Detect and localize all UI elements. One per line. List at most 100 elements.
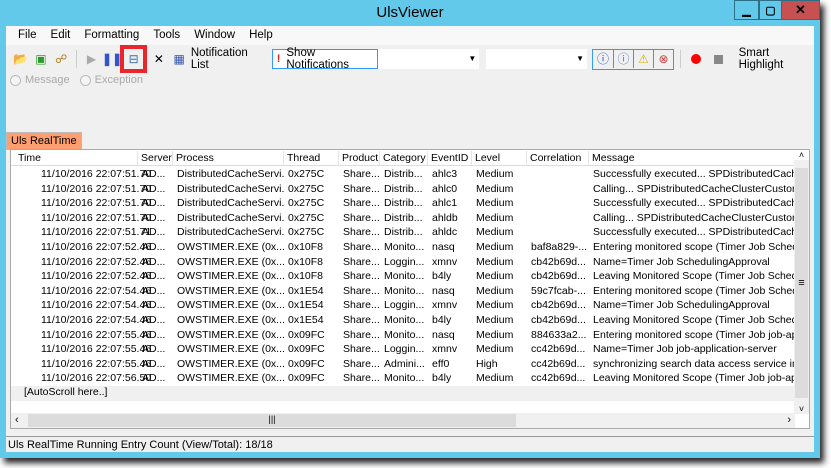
- record-icon[interactable]: [687, 50, 704, 68]
- cell-time: 11/10/2016 22:07:52.46: [41, 241, 151, 253]
- menu-edit[interactable]: Edit: [45, 26, 79, 45]
- table-row[interactable]: 11/10/2016 22:07:54.46 AD... OWSTIMER.EXE …: [11, 298, 795, 313]
- maximize-button[interactable]: ▢: [759, 0, 782, 20]
- cell-eventid: ahlc3: [432, 168, 458, 180]
- table-row[interactable]: 11/10/2016 22:07:55.46 AD... OWSTIMER.EXE …: [11, 342, 795, 357]
- cell-time: 11/10/2016 22:07:52.46: [41, 270, 151, 283]
- cell-message: Successfully executed... SPDistributedCa…: [593, 168, 799, 180]
- table-row[interactable]: 11/10/2016 22:07:55.46 AD... OWSTIMER.EXE …: [11, 357, 799, 372]
- cell-time: 11/10/2016 22:07:51.70: [41, 182, 151, 195]
- scroll-right-icon[interactable]: ›: [787, 414, 791, 426]
- column-header-correlation[interactable]: Correlation: [527, 151, 589, 165]
- vertical-scrollbar[interactable]: ˄ ≡ ˅: [794, 150, 809, 414]
- autoscroll-row[interactable]: [AutoScroll here..]: [11, 386, 795, 401]
- smart-highlight-button[interactable]: Smart Highlight: [739, 47, 814, 71]
- table-row[interactable]: 11/10/2016 22:07:51.70 AD... DistributedCa…: [11, 211, 799, 226]
- cell-product: Share...: [343, 255, 380, 268]
- scroll-up-icon[interactable]: ˄: [794, 150, 809, 160]
- cell-server: AD...: [142, 270, 166, 283]
- cell-correlation: cb42b69d...: [531, 299, 586, 312]
- horizontal-scroll-thumb[interactable]: |||: [28, 414, 516, 427]
- menu-formatting[interactable]: Formatting: [78, 26, 147, 45]
- column-header-message[interactable]: Message: [589, 151, 799, 165]
- separator: [75, 50, 77, 68]
- table-row[interactable]: 11/10/2016 22:07:51.70 AD... DistributedCa…: [11, 182, 799, 197]
- cell-category: Distrib...: [384, 182, 423, 195]
- table-row[interactable]: 11/10/2016 22:07:55.46 AD... OWSTIMER.EXE …: [11, 328, 799, 343]
- cell-time: 11/10/2016 22:07:54.46: [41, 284, 151, 297]
- grid-header[interactable]: Time Server Process Thread Product Category Ev…: [11, 151, 799, 166]
- pause-icon[interactable]: ❚❚: [102, 50, 122, 68]
- column-header-process[interactable]: Process: [173, 151, 284, 165]
- status-bar: Uls RealTime Running Entry Count (View/T…: [6, 436, 814, 452]
- table-row[interactable]: 11/10/2016 22:07:52.46 AD... OWSTIMER.EXE …: [11, 240, 799, 255]
- filter-combo-2[interactable]: ▼: [486, 49, 588, 69]
- menu-window[interactable]: Window: [188, 26, 243, 45]
- scroll-down-icon[interactable]: ˅: [794, 404, 809, 414]
- open-folder-icon[interactable]: 📂: [12, 50, 29, 68]
- cell-process: OWSTIMER.EXE (0x...: [177, 299, 284, 312]
- cell-server: AD...: [142, 314, 166, 326]
- table-row[interactable]: 11/10/2016 22:07:54.46 AD... OWSTIMER.EXE …: [11, 313, 799, 328]
- notification-list-icon[interactable]: ▦: [171, 50, 188, 68]
- clear-icon[interactable]: ✕: [150, 50, 167, 68]
- scroll-left-icon[interactable]: ‹: [15, 414, 19, 426]
- column-header-category[interactable]: Category: [380, 151, 428, 165]
- message-radio[interactable]: Message: [10, 74, 70, 86]
- table-row[interactable]: 11/10/2016 22:07:54.46 AD... OWSTIMER.EXE …: [11, 284, 799, 299]
- cell-category: Monito...: [384, 372, 425, 385]
- menu-file[interactable]: File: [12, 26, 45, 45]
- cell-process: OWSTIMER.EXE (0x...: [177, 270, 284, 283]
- table-row[interactable]: 11/10/2016 22:07:52.46 AD... OWSTIMER.EXE …: [11, 255, 795, 270]
- column-header-product[interactable]: Product: [339, 151, 380, 165]
- info-filled-icon[interactable]: ⓘ: [593, 50, 613, 68]
- horizontal-scrollbar[interactable]: ‹ ||| ›: [11, 413, 795, 428]
- cell-correlation: cb42b69d...: [531, 270, 586, 283]
- column-header-server[interactable]: Server: [138, 151, 173, 165]
- play-icon[interactable]: ▶: [83, 50, 100, 68]
- cell-category: Distrib...: [384, 226, 423, 239]
- client-area: File Edit Formatting Tools Window Help 📂 ▣ ☍ …: [6, 26, 814, 452]
- cell-category: Distrib...: [384, 168, 423, 180]
- notification-list-button[interactable]: Notification List: [191, 47, 266, 71]
- cell-message: Calling... SPDistributedCacheClusterCust…: [593, 182, 799, 195]
- menu-tools[interactable]: Tools: [147, 26, 188, 45]
- table-row[interactable]: 11/10/2016 22:07:51.70 AD... DistributedCa…: [11, 167, 799, 182]
- cell-product: Share...: [343, 314, 380, 326]
- cell-level: Medium: [476, 284, 514, 297]
- column-header-eventid[interactable]: EventID: [428, 151, 472, 165]
- stop-icon[interactable]: [710, 50, 727, 68]
- cell-correlation: baf8a829-...: [531, 241, 588, 253]
- show-notifications-button[interactable]: ! Show Notifications: [271, 47, 378, 71]
- column-header-level[interactable]: Level: [472, 151, 527, 165]
- cell-eventid: eff0: [432, 357, 450, 370]
- info-outline-icon[interactable]: ⓘ: [613, 49, 633, 68]
- filter-button[interactable]: ⊟: [120, 45, 148, 73]
- exception-radio[interactable]: Exception: [79, 74, 143, 86]
- cell-level: High: [476, 357, 498, 370]
- table-row[interactable]: 11/10/2016 22:07:52.46 AD... OWSTIMER.EXE …: [11, 269, 799, 284]
- cell-level: Medium: [476, 182, 514, 195]
- warning-icon[interactable]: ⚠: [633, 49, 653, 68]
- cell-process: OWSTIMER.EXE (0x...: [177, 255, 284, 268]
- cell-product: Share...: [343, 241, 380, 253]
- open-live-icon[interactable]: ▣: [32, 50, 49, 68]
- close-button[interactable]: ✕: [781, 0, 820, 20]
- log-grid[interactable]: Time Server Process Thread Product Category Ev…: [10, 149, 810, 429]
- server-tree-icon[interactable]: ☍: [53, 50, 70, 68]
- cell-time: 11/10/2016 22:07:51.70: [41, 197, 151, 210]
- table-row[interactable]: 11/10/2016 22:07:56.50 AD... OWSTIMER.EXE …: [11, 371, 799, 386]
- vertical-scroll-thumb[interactable]: ≡: [795, 168, 808, 398]
- table-row[interactable]: 11/10/2016 22:07:51.71 AD... DistributedCa…: [11, 225, 799, 240]
- minimize-button[interactable]: ▁: [734, 0, 759, 20]
- tab-uls-realtime[interactable]: Uls RealTime: [6, 132, 82, 150]
- cell-product: Share...: [343, 270, 380, 283]
- error-icon[interactable]: ⊗: [653, 49, 673, 68]
- table-row[interactable]: 11/10/2016 22:07:51.70 AD... DistributedCa…: [11, 196, 799, 211]
- menu-help[interactable]: Help: [243, 26, 281, 45]
- filter-combo-1[interactable]: ▼: [377, 49, 480, 69]
- column-header-time[interactable]: Time: [15, 151, 138, 165]
- cell-thread: 0x1E54: [288, 314, 324, 326]
- cell-thread: 0x1E54: [288, 284, 324, 297]
- column-header-thread[interactable]: Thread: [284, 151, 339, 165]
